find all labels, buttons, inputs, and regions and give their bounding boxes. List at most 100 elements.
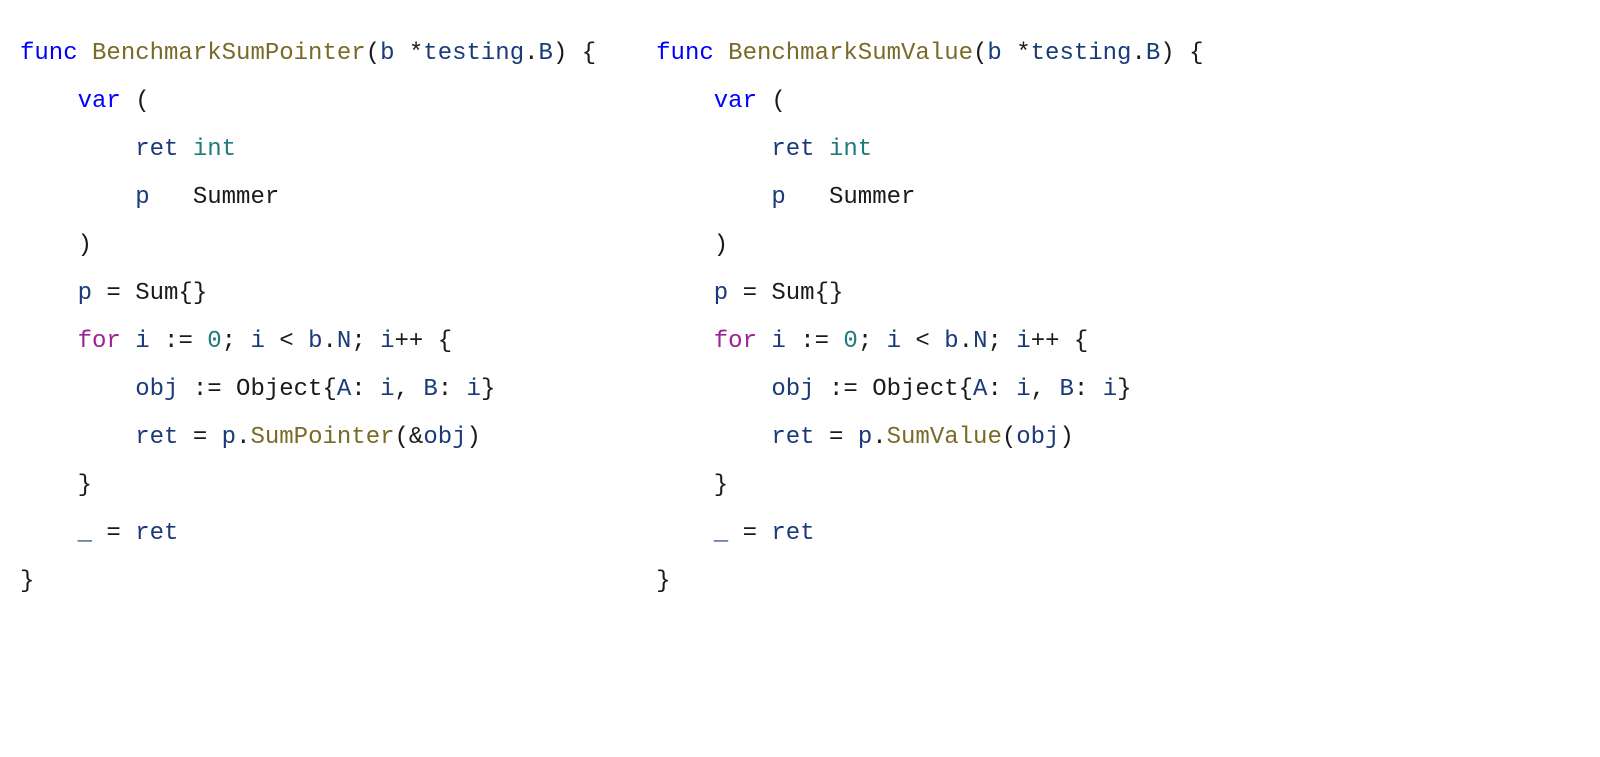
code-token: } [656, 472, 728, 499]
code-token: i [135, 328, 149, 355]
code-token: SumValue [887, 424, 1002, 451]
code-token: _ [714, 520, 728, 547]
code-token: for [714, 328, 757, 355]
code-token: . [872, 424, 886, 451]
code-token [178, 136, 192, 163]
code-token: i [1016, 376, 1030, 403]
code-token: BenchmarkSumPointer [92, 40, 366, 67]
code-token: ) [467, 424, 481, 451]
code-token: i [887, 328, 901, 355]
code-token: i [380, 376, 394, 403]
code-token: testing [1031, 40, 1132, 67]
code-token: N [973, 328, 987, 355]
code-token: i [380, 328, 394, 355]
code-token: ret [135, 136, 178, 163]
code-token: = [728, 520, 771, 547]
code-token: A [337, 376, 351, 403]
code-token: obj [423, 424, 466, 451]
code-token [20, 88, 78, 115]
code-token: } [481, 376, 495, 403]
code-token: p [222, 424, 236, 451]
code-block-left: func BenchmarkSumPointer(b *testing.B) {… [20, 30, 596, 606]
code-token: ++ { [395, 328, 453, 355]
code-token: } [20, 472, 92, 499]
code-token: := Object{ [178, 376, 336, 403]
code-token [656, 184, 771, 211]
code-token: int [193, 136, 236, 163]
code-token: testing [423, 40, 524, 67]
code-token: p [714, 280, 728, 307]
code-token: Summer [786, 184, 916, 211]
code-token: B [1146, 40, 1160, 67]
code-token: < [265, 328, 308, 355]
code-token: p [135, 184, 149, 211]
code-token: . [1131, 40, 1145, 67]
code-token: ; [987, 328, 1016, 355]
code-token: _ [78, 520, 92, 547]
code-token: 0 [207, 328, 221, 355]
code-token: var [78, 88, 121, 115]
code-token: int [829, 136, 872, 163]
code-token: ret [771, 136, 814, 163]
code-token: for [78, 328, 121, 355]
code-token: = Sum{} [92, 280, 207, 307]
code-token [656, 328, 714, 355]
code-token: ret [135, 424, 178, 451]
code-token: ) [1059, 424, 1073, 451]
code-token: ret [135, 520, 178, 547]
code-token: i [250, 328, 264, 355]
code-token: : [987, 376, 1016, 403]
code-token [815, 136, 829, 163]
code-token [20, 280, 78, 307]
code-token: ret [771, 424, 814, 451]
code-token: B [423, 376, 437, 403]
code-token: ( [121, 88, 150, 115]
code-token: ( [366, 40, 380, 67]
code-token [20, 424, 135, 451]
code-token [20, 184, 135, 211]
code-token: i [1103, 376, 1117, 403]
code-token: BenchmarkSumValue [728, 40, 973, 67]
code-token: , [1031, 376, 1060, 403]
code-token: i [771, 328, 785, 355]
code-token: p [771, 184, 785, 211]
code-token: ) { [553, 40, 596, 67]
code-token: := [786, 328, 844, 355]
code-token [656, 136, 771, 163]
code-token: obj [135, 376, 178, 403]
code-token [656, 520, 714, 547]
code-token: SumPointer [250, 424, 394, 451]
code-token: := Object{ [815, 376, 973, 403]
code-token: := [150, 328, 208, 355]
code-token: B [539, 40, 553, 67]
code-token: } [656, 568, 670, 595]
code-token: func [20, 40, 92, 67]
code-token: (& [395, 424, 424, 451]
code-token: b [987, 40, 1001, 67]
code-token: * [1002, 40, 1031, 67]
code-token: var [714, 88, 757, 115]
code-token [20, 328, 78, 355]
code-token: : [1074, 376, 1103, 403]
code-token: obj [771, 376, 814, 403]
code-token: , [395, 376, 424, 403]
code-token [121, 328, 135, 355]
code-token: b [308, 328, 322, 355]
code-token [656, 376, 771, 403]
code-token: Summer [150, 184, 280, 211]
code-token: B [1059, 376, 1073, 403]
code-token: obj [1016, 424, 1059, 451]
code-token: < [901, 328, 944, 355]
code-token: . [323, 328, 337, 355]
code-token: ) [20, 232, 92, 259]
code-token: ( [973, 40, 987, 67]
code-token: ; [351, 328, 380, 355]
code-token: } [20, 568, 34, 595]
code-token: . [524, 40, 538, 67]
code-token: = Sum{} [728, 280, 843, 307]
code-token: ( [1002, 424, 1016, 451]
code-token [20, 376, 135, 403]
code-token: p [78, 280, 92, 307]
code-token: ( [757, 88, 786, 115]
code-token: ; [858, 328, 887, 355]
